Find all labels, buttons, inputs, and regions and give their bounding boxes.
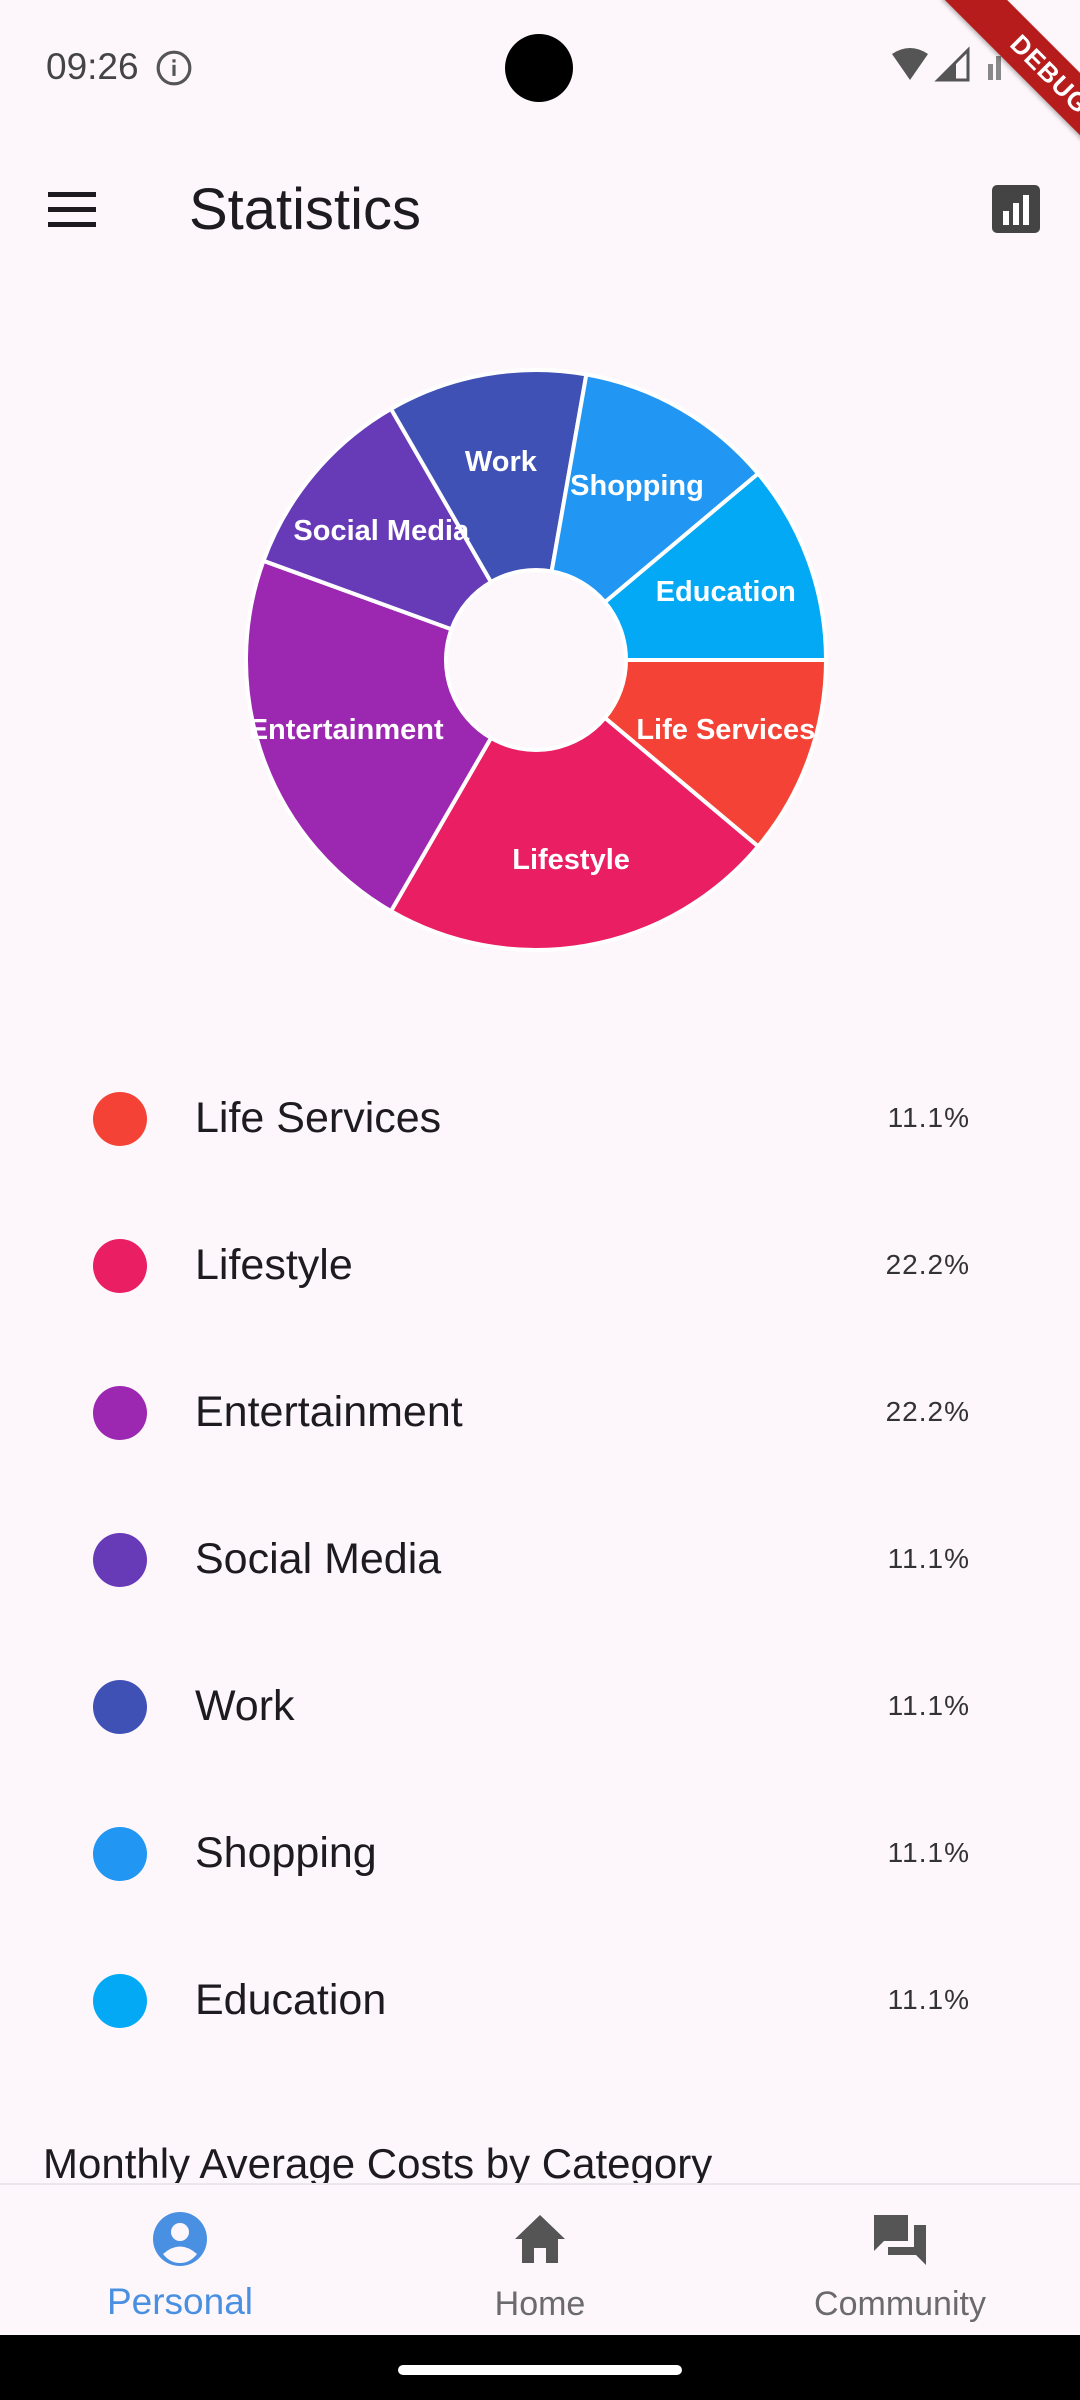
donut-label-life-services: Life Services [636, 714, 815, 746]
bar-chart-icon [992, 185, 1040, 233]
legend-color-dot [93, 1386, 147, 1440]
stats-button[interactable] [990, 183, 1042, 235]
nav-item-personal[interactable]: Personal [0, 2185, 360, 2337]
status-time: 09:26 [46, 46, 139, 87]
camera-cutout [505, 34, 573, 102]
legend-color-dot [93, 1092, 147, 1146]
page-title: Statistics [189, 177, 422, 242]
legend-item-work[interactable]: Work 11.1% [0, 1628, 1080, 1775]
menu-button[interactable] [40, 180, 106, 240]
legend-label: Work [195, 1682, 295, 1730]
legend-label: Life Services [195, 1094, 442, 1142]
legend-item-entertainment[interactable]: Entertainment 22.2% [0, 1334, 1080, 1481]
donut-label-education: Education [656, 576, 796, 608]
status-bar: 09:26 [0, 0, 1080, 130]
legend-label: Education [195, 1976, 387, 2024]
nav-item-home[interactable]: Home [360, 2185, 720, 2337]
legend-item-life-services[interactable]: Life Services 11.1% [0, 1040, 1080, 1187]
legend-percent: 11.1% [887, 1102, 970, 1133]
legend-item-shopping[interactable]: Shopping 11.1% [0, 1775, 1080, 1922]
donut-label-entertainment: Entertainment [249, 714, 444, 746]
system-gesture-bar [0, 2335, 1080, 2400]
legend-item-social-media[interactable]: Social Media 11.1% [0, 1481, 1080, 1628]
legend-color-dot [93, 1974, 147, 2028]
home-icon [515, 2215, 565, 2263]
legend-percent: 11.1% [887, 1543, 970, 1574]
home-indicator[interactable] [398, 2365, 682, 2375]
legend-percent: 11.1% [887, 1690, 970, 1721]
nav-label-personal: Personal [106, 2281, 254, 2322]
nav-item-community[interactable]: Community [720, 2185, 1080, 2337]
debug-label: DEBUG [942, 0, 1080, 160]
legend-item-education[interactable]: Education 11.1% [0, 1922, 1080, 2069]
legend-percent: 22.2% [885, 1396, 970, 1427]
legend-percent: 22.2% [885, 1249, 970, 1280]
menu-icon [48, 192, 96, 227]
legend-label: Shopping [195, 1829, 377, 1877]
legend-label: Social Media [195, 1535, 442, 1583]
category-legend: Life Services 11.1% Lifestyle 22.2% Ente… [0, 1040, 1080, 2069]
donut-label-shopping: Shopping [570, 470, 704, 502]
legend-label: Entertainment [195, 1388, 463, 1436]
section-title: Monthly Average Costs by Category [43, 2140, 713, 2187]
donut-label-social-media: Social Media [293, 515, 470, 547]
person-icon [153, 2212, 207, 2266]
legend-item-lifestyle[interactable]: Lifestyle 22.2% [0, 1187, 1080, 1334]
donut-label-work: Work [465, 446, 538, 478]
legend-color-dot [93, 1533, 147, 1587]
legend-color-dot [93, 1827, 147, 1881]
nav-label-home: Home [494, 2285, 586, 2323]
forum-icon [874, 2215, 926, 2265]
legend-color-dot [93, 1239, 147, 1293]
legend-percent: 11.1% [887, 1837, 970, 1868]
bottom-navigation: Personal Home Community [0, 2183, 1080, 2337]
app-bar: Statistics [0, 150, 1080, 270]
nav-label-community: Community [814, 2285, 986, 2323]
legend-label: Lifestyle [195, 1241, 353, 1289]
donut-label-lifestyle: Lifestyle [512, 844, 630, 876]
info-icon [155, 49, 193, 92]
legend-color-dot [93, 1680, 147, 1734]
category-donut-chart: Life Services Lifestyle Entertainment Socia… [244, 368, 829, 952]
legend-percent: 11.1% [887, 1984, 970, 2015]
debug-banner: DEBUG [920, 0, 1080, 160]
